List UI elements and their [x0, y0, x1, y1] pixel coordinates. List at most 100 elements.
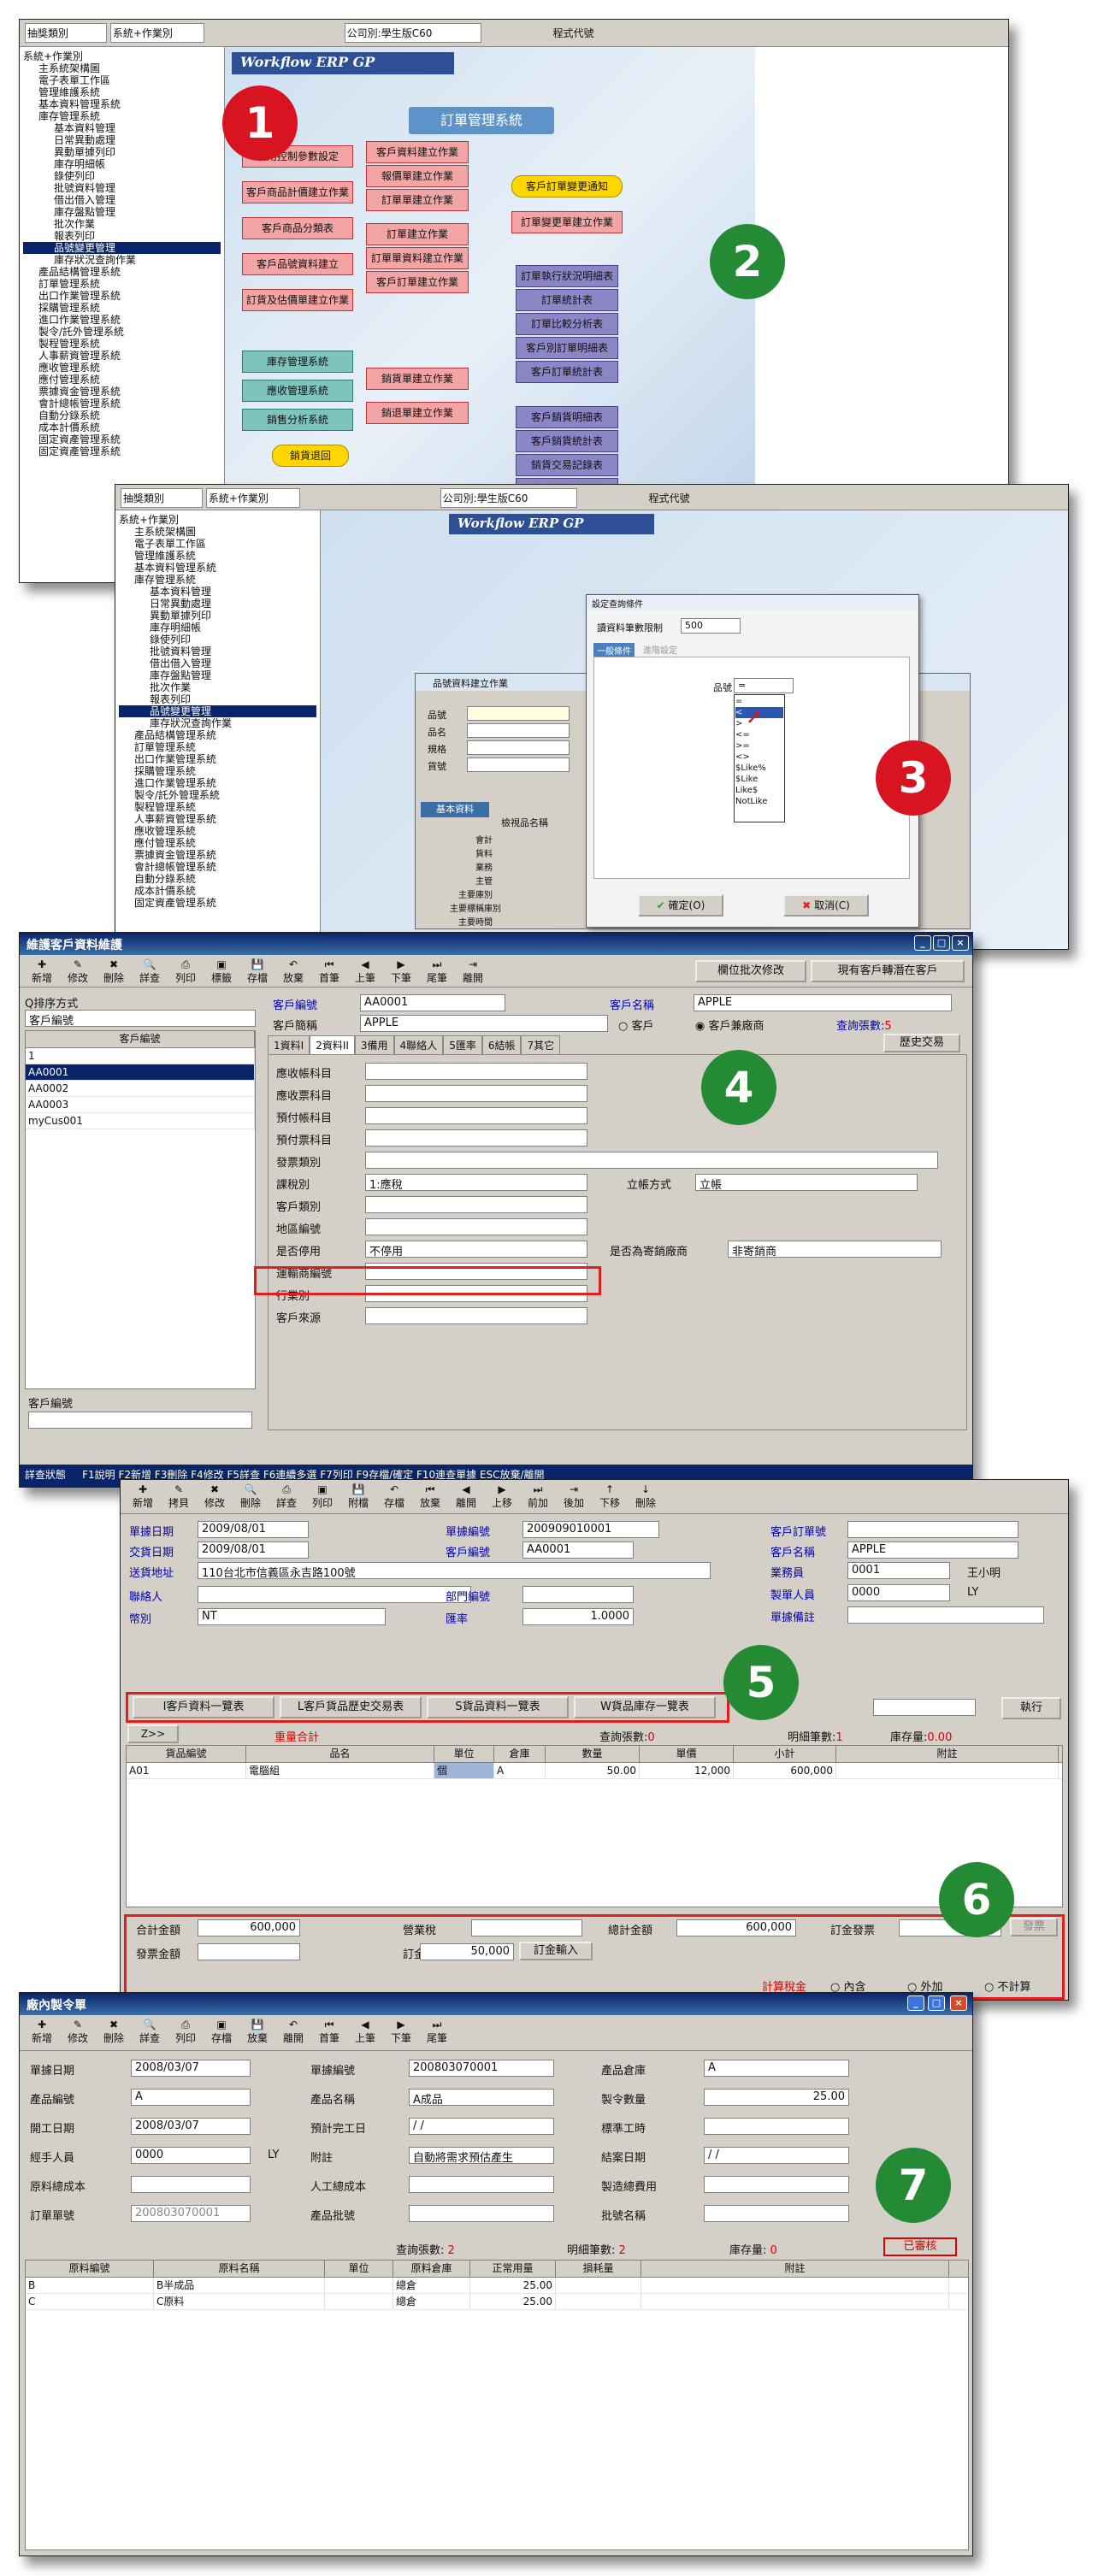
toolbar-button[interactable]: ⏭ 尾筆: [420, 958, 454, 985]
stop-select[interactable]: 不停用: [365, 1241, 587, 1258]
operator-option[interactable]: <=: [735, 729, 783, 740]
form-field[interactable]: 0001: [847, 1562, 950, 1579]
radio-customer[interactable]: ○ 客戶: [618, 1017, 654, 1033]
tree-item[interactable]: 採購管理系統: [23, 302, 221, 314]
tree-item[interactable]: 應付管理系統: [119, 837, 316, 849]
menu-select-2[interactable]: 系統+作業別: [205, 488, 300, 508]
tab[interactable]: 3備用: [354, 1035, 394, 1054]
tab[interactable]: 1資料I: [268, 1035, 310, 1054]
tree-item[interactable]: 訂單管理系統: [119, 741, 316, 753]
tree-item[interactable]: 固定資產管理系統: [119, 897, 316, 909]
company-select[interactable]: 公司別:學生版C60: [440, 488, 577, 508]
toolbar-button[interactable]: ▶ 下筆: [384, 958, 418, 985]
item-field[interactable]: [467, 740, 570, 755]
tab[interactable]: 7其它: [521, 1035, 561, 1054]
exec-select[interactable]: [873, 1699, 976, 1716]
company-select[interactable]: 公司別:學生版C60: [344, 23, 481, 43]
total-field[interactable]: 600,000: [676, 1919, 796, 1936]
form-field[interactable]: [704, 2205, 849, 2222]
short-name-field[interactable]: APPLE: [360, 1015, 608, 1032]
exec-button[interactable]: 執行: [1001, 1697, 1061, 1719]
tree-item[interactable]: 庫存管理系統: [23, 110, 221, 122]
record-limit-select[interactable]: 500: [681, 618, 741, 634]
toolbar-button[interactable]: ⏭ 尾筆: [420, 2019, 454, 2045]
minimize-icon[interactable]: _: [914, 935, 931, 951]
operator-option[interactable]: >=: [735, 740, 783, 752]
tree-item[interactable]: 批號資料管理: [119, 645, 316, 657]
tree-item[interactable]: 成本計價系統: [119, 885, 316, 897]
sort-select[interactable]: 客戶編號: [25, 1010, 256, 1027]
menu-select-2[interactable]: 系統+作業別: [109, 23, 204, 43]
form-field[interactable]: 110台北市信義區永吉路100號: [198, 1562, 711, 1579]
menu-select[interactable]: 抽獎類別: [25, 23, 107, 43]
form-field[interactable]: [365, 1107, 587, 1124]
tree-item[interactable]: 自動分錄系統: [119, 873, 316, 885]
form-field[interactable]: A成品: [409, 2089, 554, 2106]
operator-option[interactable]: Like$: [735, 785, 783, 796]
tree-item[interactable]: 批次作業: [23, 218, 221, 230]
toolbar-button[interactable]: ⎙ 詳查: [269, 1483, 304, 1510]
maximize-icon[interactable]: □: [928, 1995, 945, 2011]
tree-item[interactable]: 採購管理系統: [119, 765, 316, 777]
tree-item[interactable]: 製令/託外管理系統: [119, 789, 316, 801]
toolbar-button[interactable]: ▶ 上移: [485, 1483, 519, 1510]
batch-edit-button[interactable]: 欄位批次修改: [695, 960, 806, 982]
form-field[interactable]: APPLE: [847, 1541, 1018, 1559]
toolbar-button[interactable]: 💾 存檔: [240, 958, 274, 985]
tree-item[interactable]: 借出借入管理: [119, 657, 316, 669]
form-field[interactable]: 2008/03/07: [131, 2118, 251, 2135]
tree-item[interactable]: 進口作業管理系統: [23, 314, 221, 326]
minimize-icon[interactable]: _: [907, 1995, 924, 2011]
tree-item[interactable]: 異動單據列印: [23, 146, 221, 158]
radio-customer-vendor[interactable]: ◉ 客戶兼廠商: [695, 1017, 764, 1033]
tax-select[interactable]: 1:應稅: [365, 1174, 587, 1191]
form-field[interactable]: [409, 2205, 554, 2222]
tab[interactable]: 6結帳: [481, 1035, 522, 1054]
tree-item[interactable]: 庫存盤點管理: [23, 206, 221, 218]
list-item[interactable]: AA0001: [26, 1064, 255, 1081]
toolbar-button[interactable]: 💾 放棄: [240, 2019, 274, 2045]
tree-item[interactable]: 報表列印: [119, 693, 316, 705]
consign-select[interactable]: 非寄銷商: [728, 1241, 942, 1258]
item-field[interactable]: [467, 757, 570, 772]
toolbar-button[interactable]: 🔍 刪除: [233, 1483, 268, 1510]
form-field[interactable]: 0000: [131, 2147, 251, 2164]
tree-item[interactable]: 製令/託外管理系統: [23, 326, 221, 338]
maximize-icon[interactable]: □: [933, 935, 950, 951]
form-field[interactable]: A: [131, 2089, 251, 2106]
invoice-button[interactable]: 發票: [1010, 1918, 1058, 1936]
toolbar-button[interactable]: ✚ 新增: [126, 1483, 160, 1510]
toolbar-button[interactable]: ◀ 上筆: [348, 2019, 382, 2045]
tree-item[interactable]: 固定資產管理系統: [23, 445, 221, 457]
form-field[interactable]: AA0001: [522, 1541, 634, 1559]
settle-select[interactable]: 立帳: [695, 1174, 918, 1191]
program-code-button[interactable]: 程式代號: [552, 26, 593, 40]
tab[interactable]: 5匯率: [443, 1035, 482, 1054]
cust-order-field[interactable]: [847, 1521, 1018, 1538]
toolbar-button[interactable]: ✚ 新增: [25, 2019, 59, 2045]
customer-name-field[interactable]: APPLE: [694, 994, 952, 1011]
tree-item[interactable]: 製程管理系統: [23, 338, 221, 350]
total-field[interactable]: 600,000: [198, 1919, 300, 1936]
tree-item[interactable]: 異動單據列印: [119, 610, 316, 622]
tree-item[interactable]: 會計總帳管理系統: [23, 398, 221, 410]
form-field[interactable]: [704, 2118, 849, 2135]
tree-item[interactable]: 庫存狀況查詢作業: [23, 254, 221, 266]
list-item[interactable]: myCus001: [26, 1113, 255, 1129]
table-row[interactable]: B B半成品 總倉 25.00: [26, 2278, 968, 2294]
item-field[interactable]: [467, 723, 570, 738]
note-field[interactable]: [847, 1606, 1044, 1624]
tree-item[interactable]: 人事薪資管理系統: [119, 813, 316, 825]
form-field[interactable]: 200803070001: [131, 2205, 251, 2222]
toolbar-button[interactable]: ↓ 刪除: [629, 1483, 663, 1510]
tree-item[interactable]: 主系統架構圖: [23, 62, 221, 74]
tree-item[interactable]: 人事薪資管理系統: [23, 350, 221, 362]
invoice-field[interactable]: [198, 1943, 300, 1960]
tree-item[interactable]: 固定資產管理系統: [23, 433, 221, 445]
dept-field[interactable]: [522, 1586, 634, 1603]
operator-option[interactable]: NotLike: [735, 796, 783, 807]
toolbar-button[interactable]: ↶ 放棄: [276, 958, 310, 985]
tree-item[interactable]: 應收管理系統: [119, 825, 316, 837]
toolbar-button[interactable]: ▣ 存檔: [204, 2019, 239, 2045]
tree-item[interactable]: 品號變更管理: [23, 242, 221, 254]
